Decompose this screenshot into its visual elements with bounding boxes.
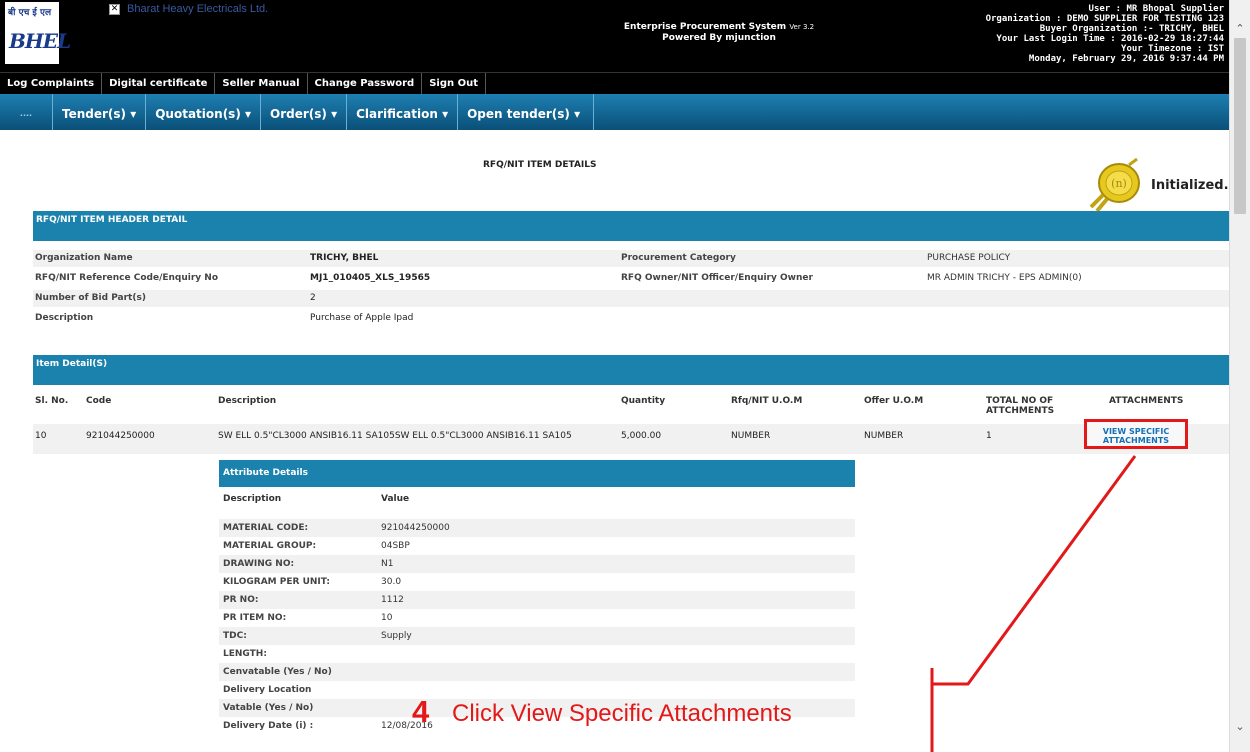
attribute-row: MATERIAL CODE: 921044250000 xyxy=(219,519,855,537)
column-header-total-attachments: TOTAL NO OF ATTCHMENTS xyxy=(986,396,1055,416)
attribute-value: 1112 xyxy=(381,595,404,605)
scrollbar-thumb[interactable] xyxy=(1234,38,1246,214)
attribute-value: 30.0 xyxy=(381,577,402,587)
attribute-value: Supply xyxy=(381,631,412,641)
detail-label: RFQ/NIT Reference Code/Enquiry No xyxy=(35,273,219,283)
detail-label: Organization Name xyxy=(35,253,133,263)
detail-row: RFQ/NIT Reference Code/Enquiry No MJ1_01… xyxy=(33,270,1229,287)
detail-label: Procurement Category xyxy=(621,253,736,263)
attribute-row: PR NO: 1112 xyxy=(219,591,855,609)
attribute-value: 10 xyxy=(381,613,393,623)
attribute-key: Delivery Date (i) : xyxy=(223,721,314,731)
item-sl-no: 10 xyxy=(35,431,47,441)
application-window: बी एच ई एल BHEL ✕ Bharat Heavy Electrica… xyxy=(0,0,1229,752)
item-description: SW ELL 0.5"CL3000 ANSIB16.11 SA105SW ELL… xyxy=(218,431,572,441)
detail-value: MR ADMIN TRICHY - EPS ADMIN(0) xyxy=(927,273,1082,283)
item-detail-heading: Item Detail(S) xyxy=(36,359,108,369)
attribute-key: LENGTH: xyxy=(223,649,267,659)
attribute-row: Cenvatable (Yes / No) xyxy=(219,663,855,681)
column-header-sl: Sl. No. xyxy=(35,396,69,406)
content-frame: RFQ/NIT ITEM HEADER DETAIL Organization … xyxy=(33,0,1229,752)
attribute-key: Vatable (Yes / No) xyxy=(223,703,314,713)
detail-value: PURCHASE POLICY xyxy=(927,253,1011,263)
item-code: 921044250000 xyxy=(86,431,155,441)
attribute-key: TDC: xyxy=(223,631,247,641)
column-header-rfq-uom: Rfq/NIT U.O.M xyxy=(731,396,803,406)
attribute-key: MATERIAL CODE: xyxy=(223,523,309,533)
detail-value: Purchase of Apple Ipad xyxy=(310,313,414,323)
vertical-scrollbar[interactable]: ⌃ ⌄ xyxy=(1229,0,1250,752)
annotation-instruction: Click View Specific Attachments xyxy=(452,700,792,727)
column-header-offer-uom: Offer U.O.M xyxy=(864,396,924,406)
detail-label: Description xyxy=(35,313,94,323)
annotation-step-number: 4 xyxy=(412,694,430,729)
column-header-attachments: ATTACHMENTS xyxy=(1109,396,1184,406)
column-header-description: Description xyxy=(218,396,277,406)
attribute-row: TDC: Supply xyxy=(219,627,855,645)
item-quantity: 5,000.00 xyxy=(621,431,662,441)
detail-row: Organization Name TRICHY, BHEL Procureme… xyxy=(33,250,1229,267)
item-rfq-uom: NUMBER xyxy=(731,431,771,441)
attribute-row: MATERIAL GROUP: 04SBP xyxy=(219,537,855,555)
table-row: 10 921044250000 SW ELL 0.5"CL3000 ANSIB1… xyxy=(33,424,1229,454)
detail-label: RFQ Owner/NIT Officer/Enquiry Owner xyxy=(621,273,813,283)
attribute-key: KILOGRAM PER UNIT: xyxy=(223,577,331,587)
attribute-col-value: Value xyxy=(381,494,410,504)
attribute-row: DRAWING NO: N1 xyxy=(219,555,855,573)
detail-value: MJ1_010405_XLS_19565 xyxy=(310,273,431,283)
attribute-column-headers: Description Value xyxy=(219,487,855,511)
header-detail-section: RFQ/NIT ITEM HEADER DETAIL xyxy=(33,211,1229,241)
attribute-key: Delivery Location xyxy=(223,685,312,695)
attribute-key: PR NO: xyxy=(223,595,259,605)
attribute-key: DRAWING NO: xyxy=(223,559,295,569)
attribute-details-table: Attribute Details Description Value MATE… xyxy=(219,460,855,735)
attribute-key: PR ITEM NO: xyxy=(223,613,287,623)
detail-row: Number of Bid Part(s) 2 xyxy=(33,290,1229,307)
attribute-value: 921044250000 xyxy=(381,523,450,533)
detail-value: TRICHY, BHEL xyxy=(310,253,379,263)
attribute-row: LENGTH: xyxy=(219,645,855,663)
detail-value: 2 xyxy=(310,293,316,303)
column-header-code: Code xyxy=(86,396,112,406)
scroll-up-icon[interactable]: ⌃ xyxy=(1230,22,1250,35)
attribute-row: PR ITEM NO: 10 xyxy=(219,609,855,627)
header-detail-heading: RFQ/NIT ITEM HEADER DETAIL xyxy=(36,215,188,225)
item-offer-uom: NUMBER xyxy=(864,431,904,441)
item-detail-section: Item Detail(S) xyxy=(33,355,1229,385)
attribute-row: KILOGRAM PER UNIT: 30.0 xyxy=(219,573,855,591)
attribute-row: Delivery Location xyxy=(219,681,855,699)
detail-row: Description Purchase of Apple Ipad xyxy=(33,310,1229,327)
column-header-quantity: Quantity xyxy=(621,396,666,406)
item-total-attachments: 1 xyxy=(986,431,992,441)
detail-label: Number of Bid Part(s) xyxy=(35,293,146,303)
view-specific-attachments-link[interactable]: VIEW SPECIFIC ATTACHMENTS xyxy=(1084,419,1188,449)
attribute-col-description: Description xyxy=(223,494,282,504)
attribute-key: MATERIAL GROUP: xyxy=(223,541,317,551)
attribute-value: N1 xyxy=(381,559,394,569)
attribute-details-heading: Attribute Details xyxy=(219,460,855,487)
attribute-value: 04SBP xyxy=(381,541,410,551)
attribute-key: Cenvatable (Yes / No) xyxy=(223,667,332,677)
scroll-down-icon[interactable]: ⌄ xyxy=(1230,720,1250,733)
